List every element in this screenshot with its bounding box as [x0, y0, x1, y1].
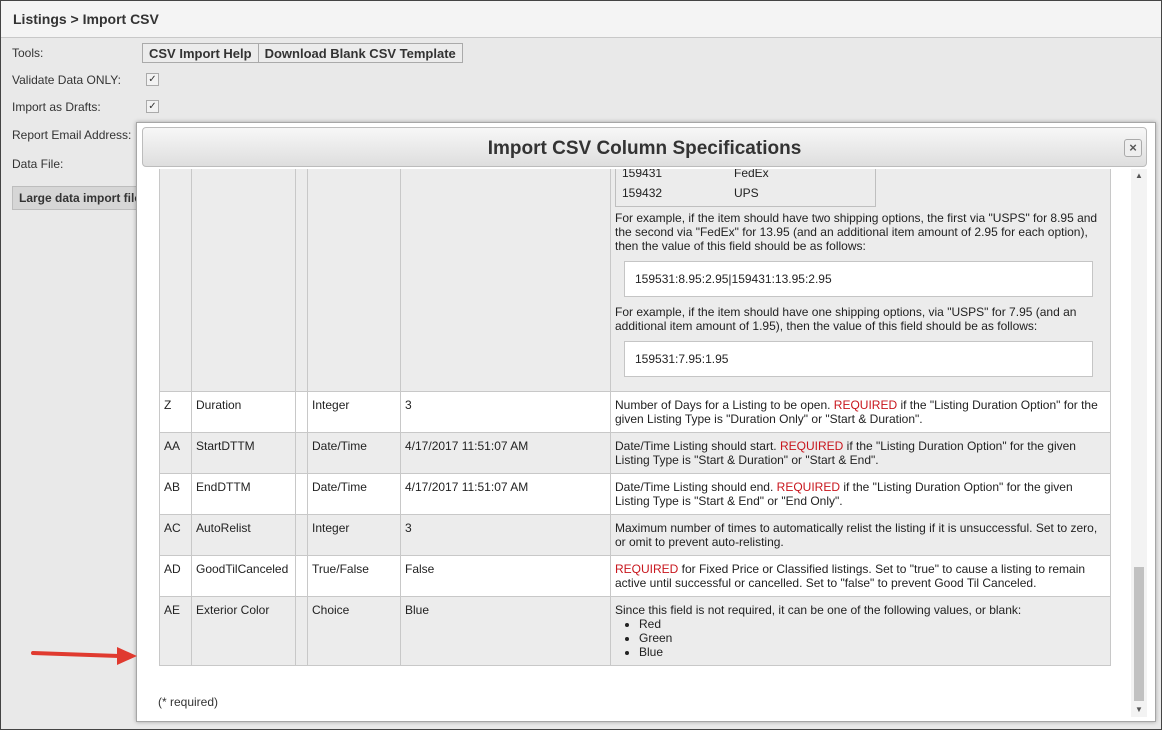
shipping-code-table: 159431 FedEx 159432 UPS — [615, 169, 876, 207]
example-value-box: 159531:8.95:2.95|159431:13.95:2.95 — [624, 261, 1093, 297]
column-description: Date/Time Listing should end. REQUIRED i… — [610, 473, 1111, 515]
modal-scrollbar[interactable]: ▲ ▼ — [1131, 169, 1147, 717]
choice-list: Red Green Blue — [615, 617, 1106, 659]
example-text: For example, if the item should have two… — [615, 211, 1098, 253]
required-footnote: (* required) — [158, 695, 219, 709]
download-template-button[interactable]: Download Blank CSV Template — [258, 43, 463, 63]
required-marker: REQUIRED — [833, 398, 898, 412]
table-row: AD GoodTilCanceled True/False False REQU… — [159, 555, 1111, 597]
table-row: AB EndDTTM Date/Time 4/17/2017 11:51:07 … — [159, 473, 1111, 515]
table-row: AA StartDTTM Date/Time 4/17/2017 11:51:0… — [159, 432, 1111, 474]
modal-title: Import CSV Column Specifications — [487, 138, 802, 159]
red-arrow-icon — [31, 647, 137, 665]
column-spec-modal: Import CSV Column Specifications × 15943… — [136, 122, 1156, 722]
column-type: Integer — [307, 514, 401, 556]
column-letter: AD — [159, 555, 192, 597]
list-item: Green — [639, 631, 1106, 645]
column-type: True/False — [307, 555, 401, 597]
validate-data-checkbox[interactable]: ✓ — [146, 73, 159, 86]
close-icon[interactable]: × — [1124, 139, 1142, 157]
title-bar: Listings > Import CSV — [1, 1, 1161, 38]
column-letter: Z — [159, 391, 192, 433]
list-item: Red — [639, 617, 1106, 631]
scroll-thumb[interactable] — [1134, 567, 1144, 701]
table-row: Z Duration Integer 3 Number of Days for … — [159, 391, 1111, 433]
spec-table: 159431 FedEx 159432 UPS For example, if … — [159, 169, 1111, 666]
required-marker: REQUIRED — [779, 439, 844, 453]
tools-label: Tools: — [12, 46, 44, 60]
column-type: Choice — [307, 596, 401, 666]
column-name: Exterior Color — [191, 596, 296, 666]
example-text: For example, if the item should have one… — [615, 305, 1077, 333]
column-description: Number of Days for a Listing to be open.… — [610, 391, 1111, 433]
list-item: Blue — [639, 645, 1106, 659]
large-import-bar[interactable]: Large data import file — [12, 186, 152, 210]
csv-import-help-button[interactable]: CSV Import Help — [142, 43, 259, 63]
column-example: 3 — [400, 514, 611, 556]
example-value-box: 159531:7.95:1.95 — [624, 341, 1093, 377]
spec-table-viewport: 159431 FedEx 159432 UPS For example, if … — [159, 169, 1113, 695]
required-marker: REQUIRED — [615, 562, 679, 576]
column-type: Date/Time — [307, 473, 401, 515]
column-letter: AA — [159, 432, 192, 474]
column-example: Blue — [400, 596, 611, 666]
column-description: Since this field is not required, it can… — [610, 596, 1111, 666]
column-name: StartDTTM — [191, 432, 296, 474]
shipping-code-row: 159431 FedEx — [615, 169, 876, 186]
data-file-label: Data File: — [12, 157, 64, 171]
column-description: Date/Time Listing should start. REQUIRED… — [610, 432, 1111, 474]
shipping-code-row: 159432 UPS — [615, 186, 876, 207]
column-name: EndDTTM — [191, 473, 296, 515]
validate-data-label: Validate Data ONLY: — [12, 73, 121, 87]
column-name: GoodTilCanceled — [191, 555, 296, 597]
column-example: False — [400, 555, 611, 597]
column-type: Integer — [307, 391, 401, 433]
column-name: AutoRelist — [191, 514, 296, 556]
column-letter: AE — [159, 596, 192, 666]
column-letter: AC — [159, 514, 192, 556]
import-drafts-label: Import as Drafts: — [12, 100, 101, 114]
page: Listings > Import CSV Tools: CSV Import … — [0, 0, 1162, 730]
table-row-exterior-color: AE Exterior Color Choice Blue Since this… — [159, 596, 1111, 666]
modal-header: Import CSV Column Specifications × — [142, 127, 1147, 167]
column-description: REQUIRED for Fixed Price or Classified l… — [610, 555, 1111, 597]
column-example: 4/17/2017 11:51:07 AM — [400, 432, 611, 474]
column-letter: AB — [159, 473, 192, 515]
column-example: 3 — [400, 391, 611, 433]
scroll-down-icon[interactable]: ▼ — [1131, 703, 1147, 717]
column-example: 4/17/2017 11:51:07 AM — [400, 473, 611, 515]
table-row: 159431 FedEx 159432 UPS For example, if … — [159, 169, 1111, 392]
breadcrumb: Listings > Import CSV — [13, 11, 159, 27]
shipping-description: 159431 FedEx 159432 UPS For example, if … — [610, 169, 1111, 392]
column-name: Duration — [191, 391, 296, 433]
import-drafts-checkbox[interactable]: ✓ — [146, 100, 159, 113]
column-type: Date/Time — [307, 432, 401, 474]
required-marker: REQUIRED — [776, 480, 840, 494]
report-email-label: Report Email Address: — [12, 128, 132, 142]
scroll-up-icon[interactable]: ▲ — [1131, 169, 1147, 183]
column-description: Maximum number of times to automatically… — [610, 514, 1111, 556]
tools-button-group: CSV Import Help Download Blank CSV Templ… — [142, 43, 463, 63]
table-row: AC AutoRelist Integer 3 Maximum number o… — [159, 514, 1111, 556]
